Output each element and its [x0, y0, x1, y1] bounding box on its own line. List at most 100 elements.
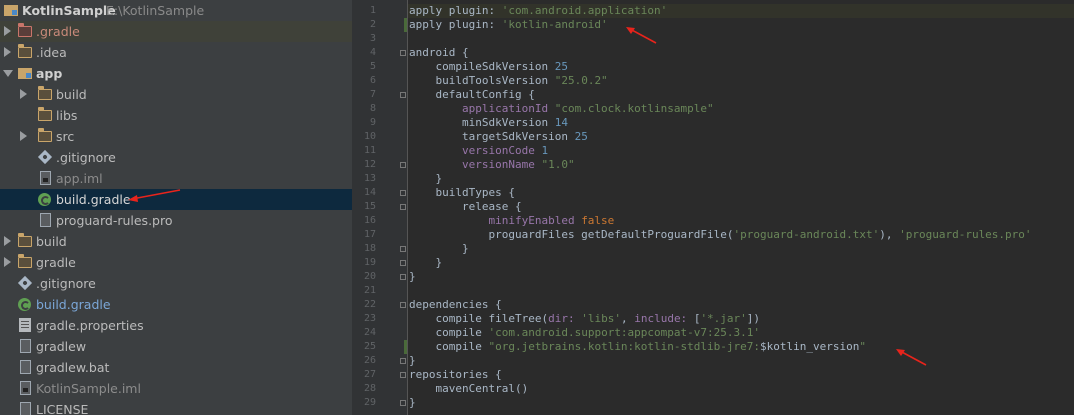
code-line[interactable]: }	[409, 242, 469, 256]
gradle-file-icon	[18, 298, 31, 311]
expand-arrow-icon[interactable]	[20, 89, 27, 99]
code-token: "	[859, 340, 866, 353]
tree-item-proguard[interactable]: proguard-rules.pro	[0, 210, 352, 231]
code-line[interactable]: versionName "1.0"	[409, 158, 575, 172]
tree-item-label: .gradle	[36, 24, 80, 39]
fold-marker-icon[interactable]	[400, 358, 406, 364]
code-line[interactable]: applicationId "com.clock.kotlinsample"	[409, 102, 714, 116]
tree-item-src[interactable]: src	[0, 126, 352, 147]
tree-item-build[interactable]: build	[0, 231, 352, 252]
tree-item-label: libs	[56, 108, 78, 123]
code-token: "25.0.2"	[554, 74, 608, 87]
fold-marker-icon[interactable]	[400, 372, 406, 378]
code-line[interactable]: }	[409, 256, 442, 270]
expand-arrow-icon[interactable]	[4, 26, 11, 36]
fold-marker-icon[interactable]	[400, 302, 406, 308]
folder-icon	[38, 128, 52, 142]
code-token: release {	[409, 200, 522, 213]
line-number: 18	[363, 243, 376, 254]
tree-item-gitignore[interactable]: .gitignore	[0, 273, 352, 294]
fold-marker-icon[interactable]	[400, 246, 406, 252]
code-line[interactable]: minSdkVersion 14	[409, 116, 568, 130]
code-token: 'com.android.support:appcompat-v7:25.3.1…	[488, 326, 761, 339]
line-number: 8	[369, 103, 376, 114]
expand-arrow-icon[interactable]	[20, 131, 27, 141]
code-token: dependencies {	[409, 298, 502, 311]
line-number: 3	[369, 33, 376, 44]
code-line[interactable]: minifyEnabled false	[409, 214, 614, 228]
code-token: compile fileTree(	[409, 312, 549, 325]
code-line[interactable]: versionCode 1	[409, 144, 548, 158]
code-line[interactable]: compile "org.jetbrains.kotlin:kotlin-std…	[409, 340, 866, 354]
code-token: mavenCentral()	[409, 382, 529, 395]
code-token: versionCode	[409, 144, 542, 157]
code-line[interactable]: compile fileTree(dir: 'libs', include: […	[409, 312, 760, 326]
tree-item-license[interactable]: LICENSE	[0, 399, 352, 415]
code-line[interactable]: }	[409, 396, 416, 410]
fold-marker-icon[interactable]	[400, 162, 406, 168]
tree-item-app-gitignore[interactable]: .gitignore	[0, 147, 352, 168]
code-line[interactable]: }	[409, 270, 416, 284]
fold-marker-icon[interactable]	[400, 190, 406, 196]
iml-file-icon	[40, 171, 51, 185]
tree-root-row[interactable]: KotlinSample E:\KotlinSample	[0, 0, 352, 21]
fold-marker-icon[interactable]	[400, 50, 406, 56]
expand-arrow-icon[interactable]	[4, 257, 11, 267]
code-line[interactable]: apply plugin: 'kotlin-android'	[409, 18, 608, 32]
project-tree-panel: KotlinSample E:\KotlinSample .gradle .id…	[0, 0, 352, 415]
tree-item-gradlew-bat[interactable]: gradlew.bat	[0, 357, 352, 378]
line-number: 2	[369, 19, 376, 30]
code-line[interactable]: proguardFiles getDefaultProguardFile('pr…	[409, 228, 1032, 242]
fold-marker-icon[interactable]	[400, 92, 406, 98]
code-line[interactable]: repositories {	[409, 368, 502, 382]
code-line[interactable]: release {	[409, 200, 522, 214]
code-line[interactable]: }	[409, 354, 416, 368]
code-line[interactable]: buildToolsVersion "25.0.2"	[409, 74, 608, 88]
tree-item-gradle-dir[interactable]: .gradle	[0, 21, 352, 42]
fold-marker-icon[interactable]	[400, 260, 406, 266]
code-token: apply plugin:	[409, 18, 502, 31]
code-token: $kotlin_version	[760, 340, 860, 353]
fold-marker-icon[interactable]	[400, 204, 406, 210]
code-token: compileSdkVersion	[409, 60, 555, 73]
code-token: ,	[620, 312, 635, 325]
expand-arrow-icon[interactable]	[4, 236, 11, 246]
code-line[interactable]: defaultConfig {	[409, 88, 534, 102]
tree-item-libs[interactable]: libs	[0, 105, 352, 126]
code-token: 'libs'	[581, 312, 621, 325]
code-line[interactable]: compileSdkVersion 25	[409, 60, 567, 74]
code-line[interactable]: }	[409, 172, 442, 186]
expand-arrow-icon[interactable]	[4, 47, 11, 57]
tree-item-idea[interactable]: .idea	[0, 42, 352, 63]
collapse-arrow-icon[interactable]	[3, 70, 13, 77]
code-line[interactable]: buildTypes {	[409, 186, 514, 200]
tree-item-project-iml[interactable]: KotlinSample.iml	[0, 378, 352, 399]
line-number: 10	[363, 131, 376, 142]
tree-item-gradle[interactable]: gradle	[0, 252, 352, 273]
text-file-icon	[20, 360, 31, 374]
code-token: }	[409, 172, 443, 185]
code-token: 'proguard-rules.pro'	[899, 228, 1032, 241]
code-line[interactable]: dependencies {	[409, 298, 502, 312]
code-token: android {	[409, 46, 469, 59]
code-token: 'com.android.application'	[501, 4, 668, 17]
tree-item-gradlew[interactable]: gradlew	[0, 336, 352, 357]
code-token: }	[409, 256, 443, 269]
fold-marker-icon[interactable]	[400, 400, 406, 406]
code-line[interactable]: compile 'com.android.support:appcompat-v…	[409, 326, 760, 340]
code-token: 1	[541, 144, 549, 157]
tree-item-build-gradle[interactable]: build.gradle	[0, 294, 352, 315]
code-token: "1.0"	[541, 158, 575, 171]
fold-marker-icon[interactable]	[400, 274, 406, 280]
code-line[interactable]: apply plugin: 'com.android.application'	[409, 4, 667, 18]
line-number: 19	[363, 257, 376, 268]
code-token: buildToolsVersion	[409, 74, 555, 87]
folder-icon	[18, 44, 32, 58]
code-editor[interactable]: 1 2 3 4 5 6 7 8 9 10 11 12 13 14 15 16 17 18 19 20 21 22 23 24 2…	[352, 0, 1074, 415]
tree-item-app-build[interactable]: build	[0, 84, 352, 105]
tree-item-gradle-properties[interactable]: gradle.properties	[0, 315, 352, 336]
code-line[interactable]: targetSdkVersion 25	[409, 130, 588, 144]
tree-item-app[interactable]: app	[0, 63, 352, 84]
code-line[interactable]: android {	[409, 46, 469, 60]
code-line[interactable]: mavenCentral()	[409, 382, 528, 396]
